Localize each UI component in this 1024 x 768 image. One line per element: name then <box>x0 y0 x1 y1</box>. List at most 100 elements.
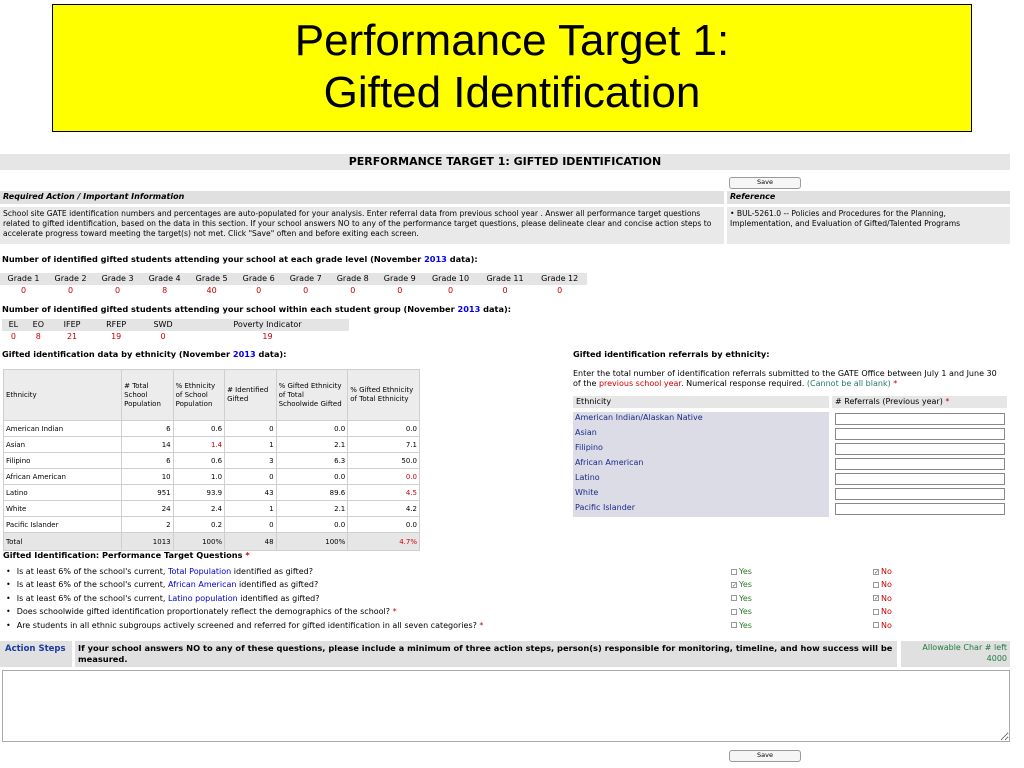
ethnicity-cell: 2.1 <box>275 436 349 453</box>
grade-header: Grade 3 <box>94 273 142 285</box>
ethnicity-cell: 93.9 <box>172 484 226 501</box>
referral-count-input[interactable] <box>835 458 1005 470</box>
ethnicity-total-cell: 48 <box>224 532 277 551</box>
group-header: Poverty Indicator <box>185 319 349 331</box>
referral-count-input[interactable] <box>835 428 1005 440</box>
no-checkbox[interactable] <box>873 581 879 588</box>
group-value: 8 <box>35 332 41 341</box>
ethnicity-cell: 2.4 <box>172 500 226 517</box>
ethnicity-header: Ethnicity <box>2 369 123 421</box>
referrals-col-ethnicity: Ethnicity <box>573 396 829 408</box>
save-button-top[interactable]: Save <box>729 177 801 189</box>
ethnicity-header: # Identified Gifted <box>224 369 277 421</box>
grade-value: 0 <box>256 286 262 295</box>
question-item: Does schoolwide gifted identification pr… <box>0 605 700 618</box>
referral-count-input[interactable] <box>835 488 1005 500</box>
app-screenshot: PERFORMANCE TARGET 1: GIFTED IDENTIFICAT… <box>0 150 1012 768</box>
group-value: 21 <box>66 332 78 341</box>
grade-header: Grade 6 <box>235 273 283 285</box>
ethnicity-row: African American 10 1.0 0 0.0 0.0 <box>2 468 420 485</box>
group-section-label: Number of identified gifted students att… <box>2 304 511 315</box>
ethnicity-row: Filipino 6 0.6 3 6.3 50.0 <box>2 452 420 469</box>
referral-row-label: Latino <box>573 472 829 487</box>
no-option[interactable]: No <box>873 605 892 618</box>
group-header-row: EL EO IFEP RFEP SWD Poverty Indicator <box>2 319 349 331</box>
action-steps-textarea[interactable] <box>2 670 1010 742</box>
grade-header: Grade 2 <box>47 273 95 285</box>
referrals-heading: Gifted identification referrals by ethni… <box>573 349 770 359</box>
question-item: Are students in all ethnic subgroups act… <box>0 619 700 632</box>
ethnicity-label-pre: Gifted identification data by ethnicity … <box>2 349 231 359</box>
yes-checkbox[interactable] <box>731 622 737 629</box>
ethnicity-row: Latino 951 93.9 43 89.6 4.5 <box>2 484 420 501</box>
yes-checkbox[interactable] <box>731 595 737 602</box>
question-link[interactable]: Latino population <box>168 594 238 603</box>
yes-checkbox[interactable]: ✓ <box>731 581 737 588</box>
required-mark: * <box>945 397 950 406</box>
ethnicity-cell: 3 <box>224 452 277 469</box>
group-header: EL <box>2 319 25 331</box>
ethnicity-cell: 2 <box>121 516 174 533</box>
ethnicity-section-label: Gifted identification data by ethnicity … <box>2 349 286 360</box>
no-option[interactable]: ✓ No <box>873 565 892 578</box>
no-checkbox[interactable] <box>873 608 879 615</box>
group-label-year: 2013 <box>457 304 481 314</box>
yes-checkbox[interactable] <box>731 608 737 615</box>
group-value: 19 <box>111 332 122 341</box>
grade-table: Grade 1 Grade 2 Grade 3 Grade 4 Grade 5 … <box>0 273 587 297</box>
yes-label: Yes <box>739 607 752 617</box>
no-label: No <box>881 593 892 603</box>
grade-label-post: data): <box>449 254 478 264</box>
yes-option[interactable]: ✓ Yes <box>731 578 752 591</box>
no-checkbox[interactable]: ✓ <box>873 595 879 602</box>
no-checkbox[interactable]: ✓ <box>873 568 879 575</box>
grade-header: Grade 8 <box>329 273 377 285</box>
slide-title-line1: Performance Target 1: <box>294 16 730 65</box>
no-option[interactable]: No <box>873 578 892 591</box>
no-option[interactable]: No <box>873 619 892 632</box>
ethnicity-cell: 0 <box>224 420 277 437</box>
ethnicity-row: Pacific Islander 2 0.2 0 0.0 0.0 <box>2 516 420 533</box>
required-mark: * <box>893 379 898 388</box>
question-item: Is at least 6% of the school's current, … <box>0 592 700 605</box>
question-text: Is at least 6% of the school's current, <box>16 567 166 576</box>
ethnicity-total-cell: 100% <box>172 532 226 551</box>
yes-option[interactable]: Yes <box>731 619 752 632</box>
save-button-bottom[interactable]: Save <box>729 750 801 762</box>
question-link[interactable]: Total Population <box>168 567 231 576</box>
no-answers: ✓ No No ✓ No No No <box>873 565 892 632</box>
yes-option[interactable]: Yes <box>731 592 752 605</box>
referral-count-input[interactable] <box>835 503 1005 515</box>
question-link[interactable]: African American <box>168 580 237 589</box>
referral-row-label: Pacific Islander <box>573 502 829 517</box>
ethnicity-cell: 10 <box>121 468 174 485</box>
yes-label: Yes <box>739 580 752 590</box>
reference-text: • BUL-5261.0 -- Policies and Procedures … <box>727 207 1010 244</box>
referral-count-input[interactable] <box>835 443 1005 455</box>
ethnicity-cell: 6 <box>121 452 174 469</box>
yes-option[interactable]: Yes <box>731 605 752 618</box>
ethnicity-cell: 6.3 <box>275 452 349 469</box>
ethnicity-label-post: data): <box>258 349 287 359</box>
referrals-desc-note: (Cannot be all blank) <box>806 379 891 388</box>
yes-label: Yes <box>739 593 752 603</box>
yes-checkbox[interactable] <box>731 568 737 575</box>
yes-label: Yes <box>739 620 752 630</box>
group-label-post: data): <box>483 304 511 314</box>
yes-option[interactable]: Yes <box>731 565 752 578</box>
question-item: Is at least 6% of the school's current, … <box>0 565 700 578</box>
referral-count-input[interactable] <box>835 473 1005 485</box>
no-checkbox[interactable] <box>873 622 879 629</box>
grade-value: 0 <box>557 286 563 295</box>
referral-count-input[interactable] <box>835 413 1005 425</box>
ethnicity-total-cell: Total <box>2 532 123 551</box>
action-steps-bar: Action Steps <box>0 641 72 667</box>
required-action-heading: Required Action / Important Information <box>0 191 724 204</box>
action-steps-label: Action Steps <box>5 644 66 654</box>
question-text: Are students in all ethnic subgroups act… <box>16 620 477 630</box>
referral-row-label: African American <box>573 457 829 472</box>
grade-header-row: Grade 1 Grade 2 Grade 3 Grade 4 Grade 5 … <box>0 273 587 285</box>
ethnicity-cell: 0.2 <box>172 516 226 533</box>
referrals-col-count-label: # Referrals (Previous year) <box>835 397 943 406</box>
no-option[interactable]: ✓ No <box>873 592 892 605</box>
